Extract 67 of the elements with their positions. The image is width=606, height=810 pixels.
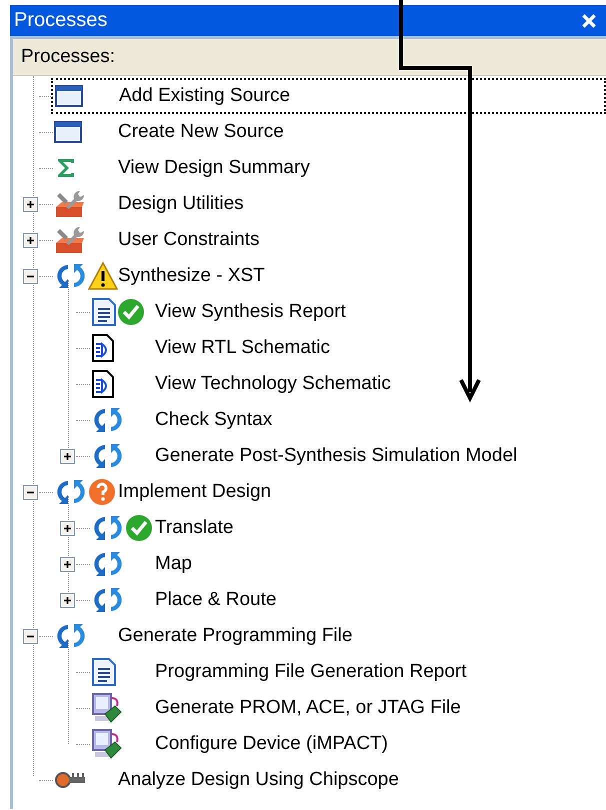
expand-icon[interactable]: [60, 520, 75, 536]
expand-icon[interactable]: [60, 592, 75, 608]
tree-item[interactable]: Programming File Generation Report: [88, 655, 606, 689]
item-label: Design Utilities: [118, 193, 244, 215]
item-label: View Synthesis Report: [155, 301, 346, 323]
item-label: Place & Route: [155, 589, 276, 611]
item-label: Programming File Generation Report: [155, 661, 467, 683]
computer-icon: [91, 692, 123, 724]
tree-item[interactable]: Design Utilities: [51, 187, 606, 221]
tree-item[interactable]: View Technology Schematic: [88, 367, 606, 401]
expand-icon[interactable]: [23, 196, 38, 212]
schematic-icon: [91, 369, 115, 399]
item-label: User Constraints: [118, 229, 260, 251]
expand-icon[interactable]: [60, 556, 75, 572]
toolbox-icon: [54, 189, 86, 219]
item-label: Translate: [155, 517, 234, 539]
schematic-icon: [91, 333, 115, 363]
item-label: Synthesize - XST: [118, 265, 265, 287]
item-label: View Design Summary: [118, 157, 310, 179]
item-label: Implement Design: [118, 481, 272, 503]
question-icon: [88, 478, 116, 506]
tree-item[interactable]: Synthesize - XST: [51, 259, 606, 293]
collapse-icon[interactable]: [23, 628, 38, 644]
window-icon: [55, 84, 83, 108]
tree-item[interactable]: Analyze Design Using Chipscope: [51, 763, 606, 797]
collapse-icon[interactable]: [23, 268, 38, 284]
item-label: Generate Post-Synthesis Simulation Model: [155, 445, 518, 467]
tree-item[interactable]: Place & Route: [88, 583, 606, 617]
close-icon[interactable]: [580, 12, 598, 30]
tree-item[interactable]: Generate PROM, ACE, or JTAG File: [88, 691, 606, 725]
tree-item[interactable]: Generate Post-Synthesis Simulation Model: [88, 439, 606, 473]
tree-item[interactable]: Configure Device (iMPACT): [88, 727, 606, 761]
window-title: Processes: [14, 9, 108, 32]
warning-icon: [88, 261, 118, 291]
document-icon: [91, 297, 117, 327]
check-icon: [117, 298, 145, 326]
item-label: Configure Device (iMPACT): [155, 733, 388, 755]
tree-item[interactable]: Check Syntax: [88, 403, 606, 437]
tree-item[interactable]: User Constraints: [51, 223, 606, 257]
tree-item[interactable]: Generate Programming File: [51, 619, 606, 653]
computer-icon: [91, 728, 123, 760]
tree-item[interactable]: Implement Design: [51, 475, 606, 509]
item-label: Check Syntax: [155, 409, 272, 431]
window-icon: [54, 120, 82, 144]
item-label: Map: [155, 553, 192, 575]
toolbox-icon: [54, 225, 86, 255]
item-label: View RTL Schematic: [155, 337, 330, 359]
tree-item[interactable]: View RTL Schematic: [88, 331, 606, 365]
tree-item[interactable]: Add Existing Source: [51, 78, 606, 114]
document-icon: [91, 657, 117, 687]
tree-item[interactable]: View Synthesis Report: [88, 295, 606, 329]
tree-item[interactable]: View Design Summary: [51, 151, 606, 185]
expand-icon[interactable]: [23, 232, 38, 248]
item-label: Generate Programming File: [118, 625, 352, 647]
item-label: Analyze Design Using Chipscope: [118, 769, 399, 791]
tree-item[interactable]: Map: [88, 547, 606, 581]
item-label: Create New Source: [118, 121, 284, 143]
item-label: Generate PROM, ACE, or JTAG File: [155, 697, 461, 719]
tree-item[interactable]: Translate: [88, 511, 606, 545]
expand-icon[interactable]: [60, 448, 75, 464]
collapse-icon[interactable]: [23, 484, 38, 500]
tree-item[interactable]: Create New Source: [51, 115, 606, 149]
item-label: View Technology Schematic: [155, 373, 391, 395]
probe-icon: [54, 769, 88, 791]
check-icon: [125, 514, 153, 542]
item-label: Add Existing Source: [119, 85, 290, 107]
header-label: Processes:: [21, 46, 115, 68]
